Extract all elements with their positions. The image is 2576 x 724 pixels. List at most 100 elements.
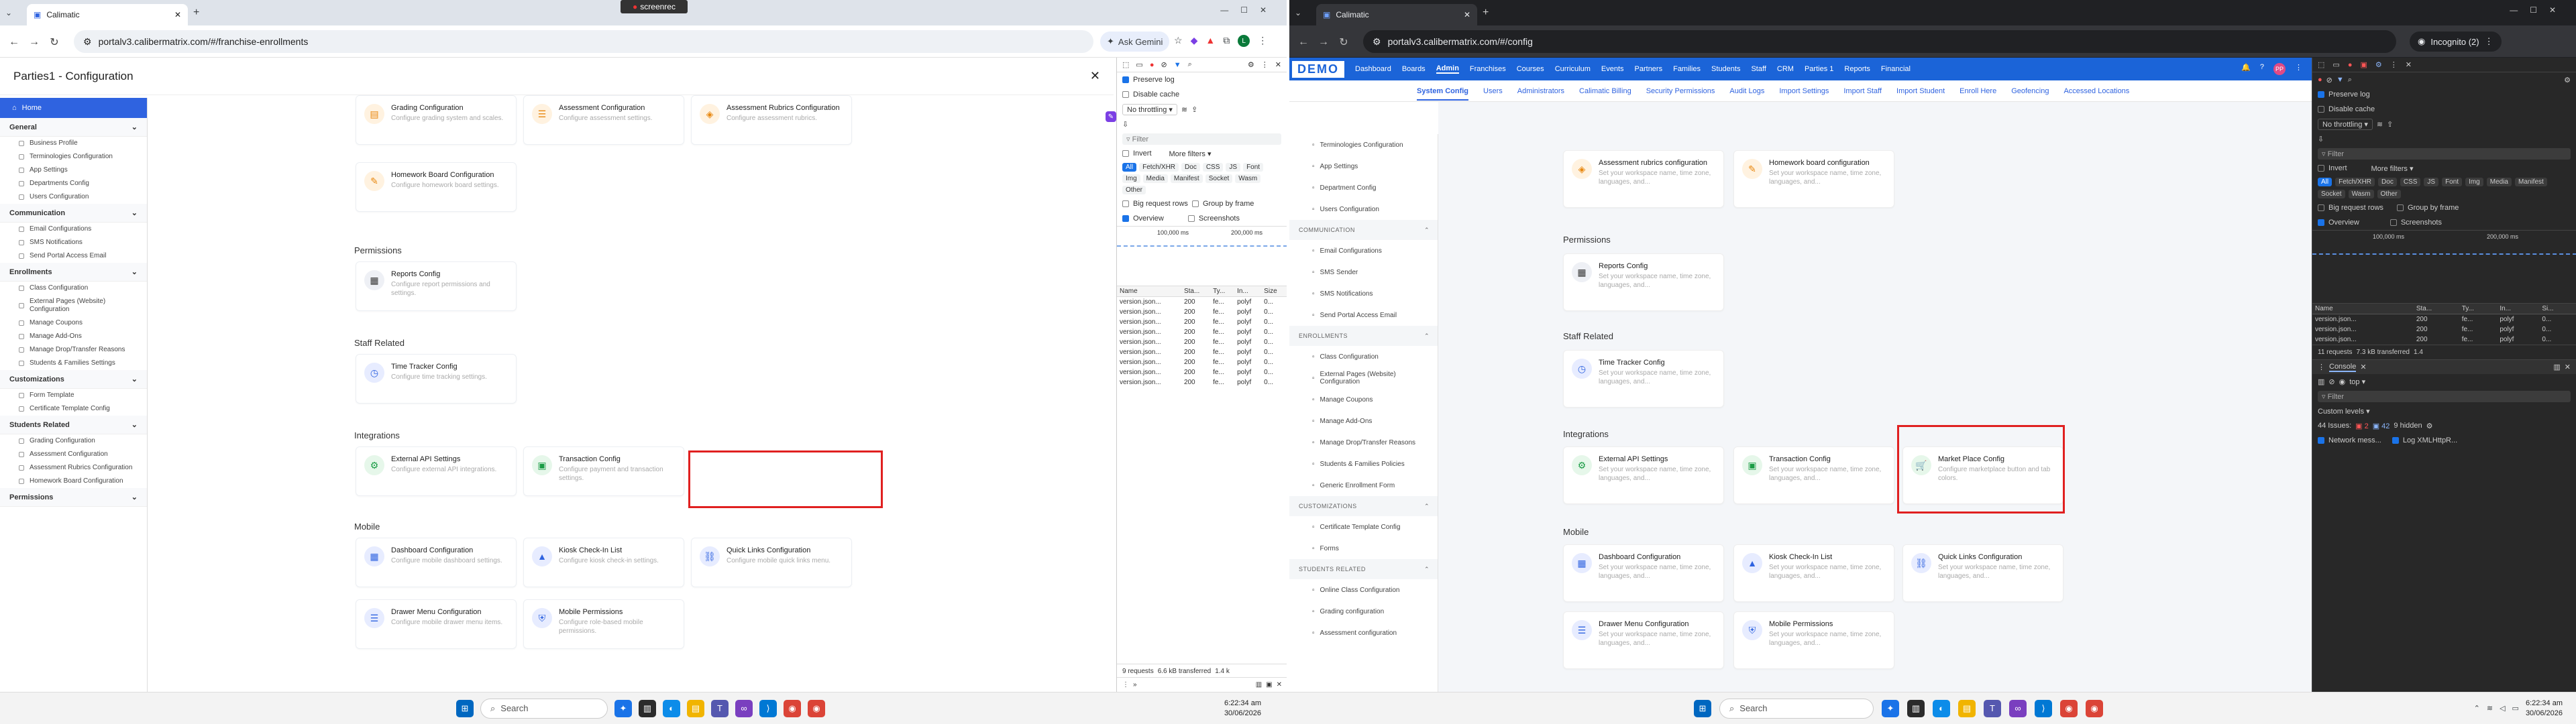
config-card[interactable]: ◷ Time Tracker Config Configure time track… [356, 354, 517, 404]
taskbar-clock[interactable]: 6:22:34 am 30/06/2026 [1224, 699, 1261, 719]
sidebar-item[interactable]: Grading Configuration [0, 434, 147, 448]
chrome-icon[interactable]: ◉ [2086, 699, 2103, 717]
table-row[interactable]: version.json... 200 fe... polyf 0... [1117, 367, 1287, 377]
subnav-item[interactable]: Geofencing [2011, 87, 2049, 95]
windows-start-icon[interactable]: ⊞ [456, 699, 474, 717]
visual-studio-icon[interactable]: ∞ [735, 699, 753, 717]
sidebar-item[interactable]: ▫ Assessment configuration [1289, 622, 1438, 644]
sidebar-section-header[interactable]: Communication ⌄ [0, 204, 147, 223]
clear-icon[interactable]: ⊘ [2326, 76, 2332, 84]
close-icon[interactable]: ✕ [2565, 363, 2571, 371]
subnav-item[interactable]: Administrators [1517, 87, 1564, 95]
sidebar-item[interactable]: Departments Config [0, 177, 147, 190]
reload-icon[interactable]: ↻ [47, 35, 62, 50]
tab-close-icon[interactable]: ✕ [1464, 10, 1470, 19]
type-chip[interactable]: Media [2486, 178, 2512, 186]
tab-search-icon[interactable]: ⌄ [1295, 8, 1301, 17]
nav-item[interactable]: Courses [1517, 65, 1544, 73]
tab-search-icon[interactable]: ⌄ [5, 8, 12, 17]
battery-icon[interactable]: ▭ [2512, 704, 2519, 713]
config-card[interactable]: ⛨ Mobile Permissions Configure role-based … [523, 599, 684, 649]
menu-icon[interactable]: ⋮ [2485, 36, 2493, 47]
settings-icon[interactable]: ⚙ [2375, 60, 2382, 69]
incognito-badge[interactable]: ◉ Incognito (2) ⋮ [2410, 32, 2502, 52]
kebab-icon[interactable]: ⋮ [1261, 60, 1269, 69]
help-icon[interactable]: ? [2260, 63, 2264, 75]
sidebar-item[interactable]: ▫ Certificate Template Config [1289, 516, 1438, 538]
nav-item[interactable]: CRM [1777, 65, 1794, 73]
profile-avatar[interactable]: L [1238, 35, 1250, 47]
checkbox[interactable] [1187, 215, 1195, 222]
checkbox[interactable] [2318, 204, 2324, 211]
star-icon[interactable]: ☆ [1174, 35, 1183, 47]
sidebar-item[interactable]: Homework Board Configuration [0, 475, 147, 488]
type-chip[interactable]: Manifest [1170, 174, 1203, 183]
config-card[interactable]: ▤ Grading Configuration Configure grading … [356, 95, 517, 145]
nav-item[interactable]: Curriculum [1555, 65, 1591, 73]
floating-extension-icon[interactable]: ✎ [1106, 111, 1116, 122]
sidebar-item[interactable]: Manage Add-Ons [0, 330, 147, 343]
sidebar-item[interactable]: Manage Drop/Transfer Reasons [0, 343, 147, 357]
config-card[interactable]: ▦ Reports Config Configure report permissi… [356, 261, 517, 311]
config-card[interactable]: ⛓ Quick Links Configuration Configure mobi… [691, 538, 852, 587]
task-view-icon[interactable]: ▥ [1907, 699, 1925, 717]
sidebar-item[interactable]: ▫ Manage Coupons [1289, 389, 1438, 410]
checkbox[interactable] [1122, 200, 1129, 207]
sidebar-item[interactable]: Business Profile [0, 137, 147, 150]
throttling-select[interactable]: No throttling ▾ [2318, 118, 2373, 130]
upload-icon[interactable]: ⇪ [2387, 120, 2393, 129]
disable-cache[interactable]: Disable cache [2312, 102, 2576, 117]
table-row[interactable]: version.json... 200 fe... polyf 0... [2312, 314, 2576, 325]
kebab-icon[interactable]: ⋮ [1122, 681, 1129, 688]
nav-item[interactable]: Staff [1751, 65, 1766, 73]
extension-icon[interactable]: ◆ [1191, 35, 1198, 47]
teams-icon[interactable]: T [711, 699, 729, 717]
config-card[interactable]: ☰ Drawer Menu Configuration Set your works… [1563, 611, 1724, 669]
sidebar-section-header[interactable]: Permissions ⌄ [0, 488, 147, 507]
filter-icon[interactable]: ▼ [1174, 61, 1181, 69]
sidebar-item[interactable]: Terminologies Configuration [0, 150, 147, 164]
type-chip[interactable]: CSS [1202, 163, 1224, 172]
nav-item[interactable]: Franchises [1470, 65, 1506, 73]
close-icon[interactable]: ✕ [1275, 60, 1281, 69]
device-icon[interactable]: ▭ [2332, 60, 2339, 69]
checkbox[interactable] [2318, 219, 2324, 226]
config-card[interactable]: ▲ Kiosk Check-In List Configure kiosk chec… [523, 538, 684, 587]
upload-icon[interactable]: ⇪ [1191, 105, 1197, 114]
table-row[interactable]: version.json... 200 fe... polyf 0... [1117, 317, 1287, 327]
throttling-select[interactable]: No throttling ▾ [1122, 103, 1177, 115]
console-filter-input[interactable]: ▿ Filter [2318, 390, 2571, 402]
sidebar-section-header[interactable]: Customizations ⌄ [0, 370, 147, 389]
config-card[interactable]: ◈ Assessment rubrics configuration Set you… [1563, 150, 1724, 208]
type-chip[interactable]: Socket [2318, 190, 2345, 198]
wifi-icon[interactable]: ≋ [1181, 105, 1187, 114]
taskbar-search[interactable]: ⌕ Search [1719, 698, 1874, 719]
table-row[interactable]: version.json... 200 fe... polyf 0... [2312, 324, 2576, 335]
sidebar-item[interactable]: Email Configurations [0, 223, 147, 236]
sidebar-item[interactable]: Assessment Rubrics Configuration [0, 461, 147, 475]
new-tab-button[interactable]: + [1483, 7, 1489, 19]
sidebar-item[interactable]: SMS Notifications [0, 236, 147, 249]
forward-icon[interactable]: → [27, 35, 42, 50]
sidebar-item[interactable]: Students & Families Settings [0, 357, 147, 370]
table-row[interactable]: version.json... 200 fe... polyf 0... [1117, 337, 1287, 347]
chrome-icon[interactable]: ◉ [808, 699, 825, 717]
eye-icon[interactable]: ◉ [2339, 377, 2346, 386]
sidebar-item[interactable]: ▫ Department Config [1289, 177, 1438, 198]
sidebar-item[interactable]: ▫ External Pages (Website) Configuration [1289, 367, 1438, 389]
ask-gemini-button[interactable]: ✦ Ask Gemini [1100, 32, 1170, 52]
checkbox[interactable] [2318, 437, 2324, 444]
subnav-item[interactable]: Calimatic Billing [1579, 87, 1631, 95]
back-icon[interactable]: ← [7, 35, 21, 50]
type-chip[interactable]: Font [1243, 163, 1264, 172]
new-tab-button[interactable]: + [193, 7, 199, 19]
back-icon[interactable]: ← [1296, 35, 1311, 50]
close-icon[interactable]: ✕ [2406, 60, 2412, 69]
tab-close-icon[interactable]: ✕ [174, 10, 181, 19]
sidebar-item[interactable]: ▫ Students & Families Policies [1289, 453, 1438, 475]
sidebar-item[interactable]: Manage Coupons [0, 316, 147, 330]
taskbar-search[interactable]: ⌕ Search [480, 698, 608, 719]
checkbox[interactable] [2318, 165, 2324, 172]
config-card[interactable]: ✎ Homework Board Configuration Configure h… [356, 162, 517, 212]
window-controls[interactable]: —☐✕ [1220, 5, 1279, 15]
